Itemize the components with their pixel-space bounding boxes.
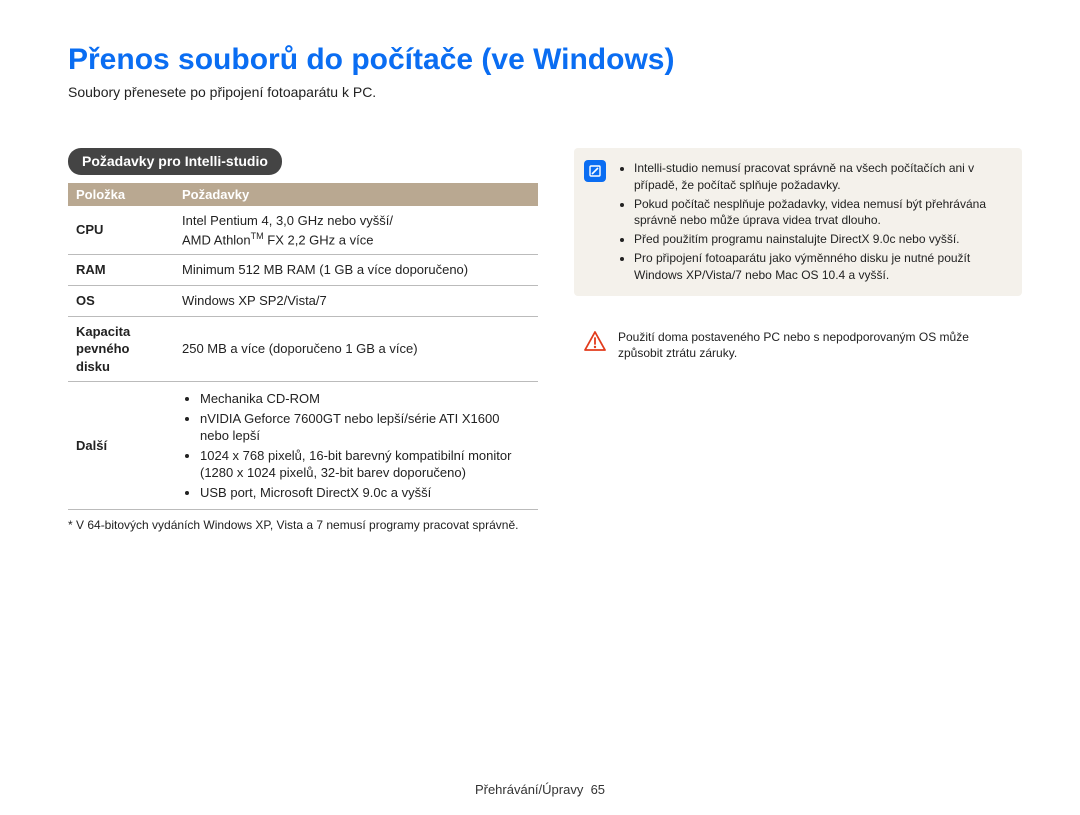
table-row: CPU Intel Pentium 4, 3,0 GHz nebo vyšší/…: [68, 206, 538, 255]
info-list: Intelli-studio nemusí pracovat správně n…: [618, 158, 1008, 286]
table-header-item: Položka: [68, 183, 174, 206]
info-callout: Intelli-studio nemusí pracovat správně n…: [574, 148, 1022, 296]
table-row: Další Mechanika CD-ROM nVIDIA Geforce 76…: [68, 382, 538, 510]
list-item: Před použitím programu nainstalujte Dire…: [634, 231, 1008, 248]
info-icon: [584, 160, 606, 182]
left-column: Požadavky pro Intelli-studio Položka Pož…: [68, 148, 538, 534]
footer-section: Přehrávání/Úpravy: [475, 782, 583, 797]
row-value-ram: Minimum 512 MB RAM (1 GB a více doporuče…: [174, 255, 538, 286]
list-item: 1024 x 768 pixelů, 16-bit barevný kompat…: [200, 447, 530, 482]
cpu-line2a: AMD Athlon: [182, 232, 251, 247]
list-item: Pro připojení fotoaparátu jako výměnného…: [634, 250, 1008, 284]
row-value-os: Windows XP SP2/Vista/7: [174, 285, 538, 316]
list-item: USB port, Microsoft DirectX 9.0c a vyšší: [200, 484, 530, 502]
footer-page-number: 65: [591, 782, 605, 797]
row-label-ram: RAM: [68, 255, 174, 286]
cpu-line2b: FX 2,2 GHz a více: [264, 232, 374, 247]
list-item: Intelli-studio nemusí pracovat správně n…: [634, 160, 1008, 194]
row-value-hdd: 250 MB a více (doporučeno 1 GB a více): [174, 316, 538, 382]
list-item: Pokud počítač nesplňuje požadavky, videa…: [634, 196, 1008, 230]
content-columns: Požadavky pro Intelli-studio Položka Pož…: [68, 148, 1022, 534]
row-label-cpu: CPU: [68, 206, 174, 255]
warning-callout: Použití doma postaveného PC nebo s nepod…: [574, 318, 1022, 373]
table-header-requirements: Požadavky: [174, 183, 538, 206]
page-footer: Přehrávání/Úpravy 65: [0, 782, 1080, 797]
document-page: Přenos souborů do počítače (ve Windows) …: [0, 0, 1080, 815]
table-row: Kapacita pevného disku 250 MB a více (do…: [68, 316, 538, 382]
footnote-text: * V 64-bitových vydáních Windows XP, Vis…: [68, 518, 538, 534]
right-column: Intelli-studio nemusí pracovat správně n…: [574, 148, 1022, 394]
row-value-cpu: Intel Pentium 4, 3,0 GHz nebo vyšší/ AMD…: [174, 206, 538, 255]
warning-icon: [584, 330, 606, 352]
list-item: Mechanika CD-ROM: [200, 390, 530, 408]
trademark-symbol: TM: [251, 231, 264, 241]
list-item: nVIDIA Geforce 7600GT nebo lepší/série A…: [200, 410, 530, 445]
row-value-other: Mechanika CD-ROM nVIDIA Geforce 7600GT n…: [174, 382, 538, 510]
row-label-os: OS: [68, 285, 174, 316]
requirements-table: Položka Požadavky CPU Intel Pentium 4, 3…: [68, 183, 538, 510]
page-subtitle: Soubory přenesete po připojení fotoapará…: [68, 84, 1022, 100]
section-heading-pill: Požadavky pro Intelli-studio: [68, 148, 282, 175]
warning-text: Použití doma postaveného PC nebo s nepod…: [618, 328, 1008, 363]
cpu-line1: Intel Pentium 4, 3,0 GHz nebo vyšší/: [182, 213, 393, 228]
row-label-other: Další: [68, 382, 174, 510]
row-label-hdd: Kapacita pevného disku: [68, 316, 174, 382]
table-row: OS Windows XP SP2/Vista/7: [68, 285, 538, 316]
table-row: RAM Minimum 512 MB RAM (1 GB a více dopo…: [68, 255, 538, 286]
page-title: Přenos souborů do počítače (ve Windows): [68, 42, 1022, 78]
other-list: Mechanika CD-ROM nVIDIA Geforce 7600GT n…: [182, 390, 530, 501]
